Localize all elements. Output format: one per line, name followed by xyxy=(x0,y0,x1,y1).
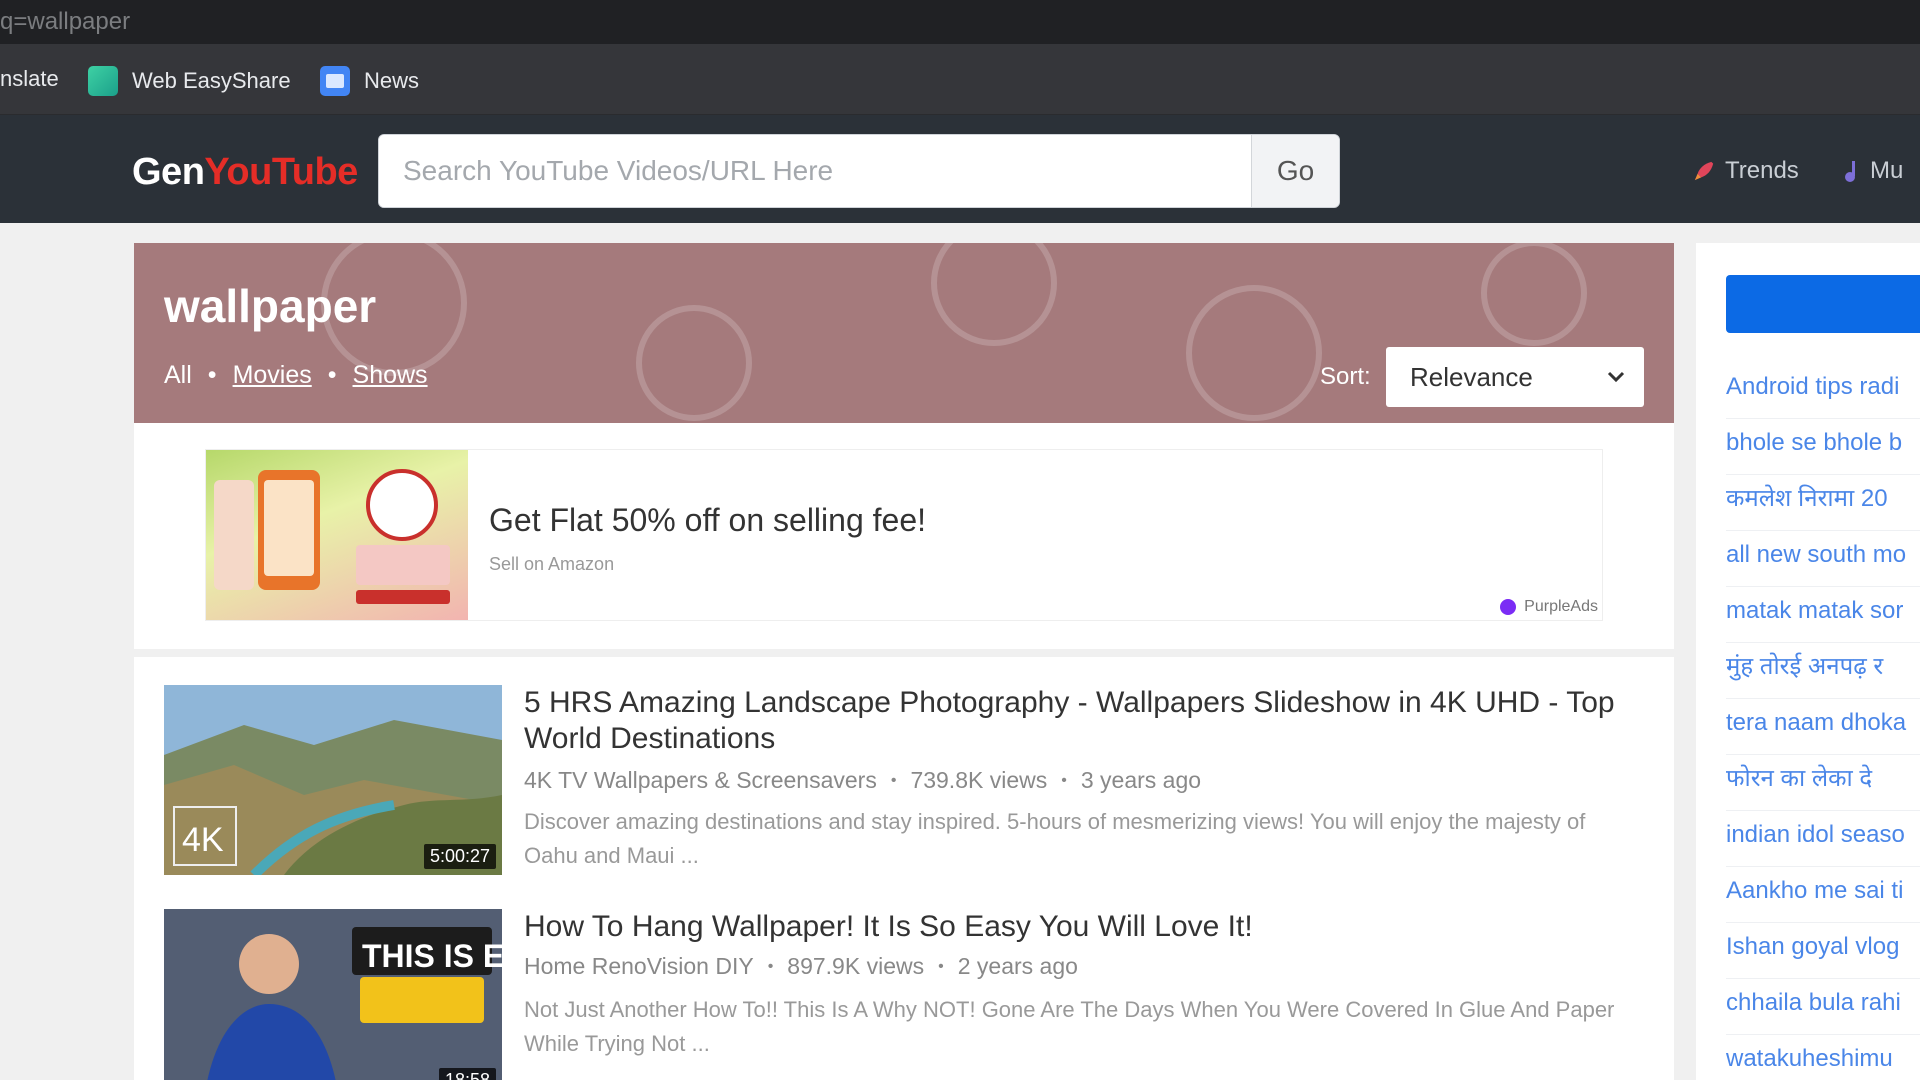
nav-music[interactable]: Mu xyxy=(1842,157,1903,185)
bookmark-label: nslate xyxy=(0,66,59,91)
bookmark-label: News xyxy=(364,68,420,93)
query-banner: wallpaper All • Movies • Shows Sort: Rel… xyxy=(134,243,1674,423)
rocket-icon xyxy=(1694,161,1714,181)
ad-banner[interactable]: Get Flat 50% off on selling fee! Sell on… xyxy=(206,450,1602,620)
result-item[interactable]: THIS IS EASY!! 18:58 How To Hang Wallpap… xyxy=(164,909,1654,1080)
thumbnail-badge: 4K xyxy=(182,821,224,859)
browser-url-bar[interactable]: q=wallpaper xyxy=(0,0,1920,44)
music-note-icon xyxy=(1845,161,1855,182)
search-input[interactable] xyxy=(379,135,1251,207)
trending-link[interactable]: Android tips radi xyxy=(1726,363,1920,419)
result-age: 3 years ago xyxy=(1080,767,1202,793)
nav-trends-label: Trends xyxy=(1725,157,1799,184)
site-header: GenYouTube Go Trends Mu xyxy=(0,115,1920,223)
nav-music-label: Mu xyxy=(1870,157,1904,184)
nav-trends[interactable]: Trends xyxy=(1693,157,1799,185)
filter-shows[interactable]: Shows xyxy=(353,361,428,390)
meta-separator: • xyxy=(1061,771,1067,789)
trending-link[interactable]: कमलेश निरामा 20 xyxy=(1726,475,1920,531)
logo-gen: Gen xyxy=(132,151,205,193)
result-meta: Home RenoVision DIY • 897.9K views • 2 y… xyxy=(524,953,1078,980)
trending-link[interactable]: matak matak sor xyxy=(1726,587,1920,643)
trending-links: Android tips radi bhole se bhole b कमलेश… xyxy=(1726,363,1920,1080)
news-icon xyxy=(320,66,350,96)
bookmark-label: Web EasyShare xyxy=(132,68,291,93)
sidebar-button[interactable] xyxy=(1726,275,1920,333)
meta-separator: • xyxy=(890,771,897,789)
trending-link[interactable]: फोरन का लेका दे xyxy=(1726,755,1920,811)
meta-separator: • xyxy=(938,957,944,975)
trending-link[interactable]: all new south mo xyxy=(1726,531,1920,587)
easyshare-icon xyxy=(88,66,118,96)
url-text[interactable]: q=wallpaper xyxy=(0,8,130,36)
bookmark-news[interactable]: News xyxy=(320,66,419,96)
video-duration: 5:00:27 xyxy=(423,844,496,869)
bookmarks-bar: nslate Web EasyShare News xyxy=(0,44,1920,115)
trending-link[interactable]: मुंह तोरई अनपढ़ र xyxy=(1726,643,1920,699)
sort-select[interactable]: Relevance xyxy=(1386,347,1644,407)
trending-link[interactable]: tera naam dhoka xyxy=(1726,699,1920,755)
thumbnail-badge: THIS IS EASY!! xyxy=(362,938,502,974)
trending-link[interactable]: bhole se bhole b xyxy=(1726,419,1920,475)
site-logo[interactable]: GenYouTube xyxy=(132,151,358,194)
result-meta: 4K TV Wallpapers & Screensavers • 739.8K… xyxy=(524,767,1201,794)
result-thumbnail[interactable]: 4K 5:00:27 xyxy=(164,685,502,875)
results-list: 4K 5:00:27 5 HRS Amazing Landscape Photo… xyxy=(134,657,1674,1080)
result-views: 897.9K views xyxy=(787,953,925,979)
bookmark-translate[interactable]: nslate xyxy=(0,66,59,92)
ad-subtitle: Sell on Amazon xyxy=(489,554,615,574)
sort-label: Sort: xyxy=(1320,363,1371,390)
meta-separator: • xyxy=(767,957,774,975)
purpleads-icon xyxy=(1500,599,1517,615)
search-form: Go xyxy=(378,134,1340,208)
ad-brand-label: PurpleAds xyxy=(1524,598,1598,615)
result-age: 2 years ago xyxy=(957,953,1078,979)
result-views: 739.8K views xyxy=(910,767,1048,793)
bookmark-web-easyshare[interactable]: Web EasyShare xyxy=(88,66,291,96)
sort-value: Relevance xyxy=(1410,361,1533,392)
result-item[interactable]: 4K 5:00:27 5 HRS Amazing Landscape Photo… xyxy=(164,685,1654,885)
filter-all[interactable]: All xyxy=(164,361,192,390)
ad-image xyxy=(206,450,468,620)
result-description: Not Just Another How To!! This Is A Why … xyxy=(524,997,1615,1056)
filter-separator: • xyxy=(327,361,337,389)
result-description: Discover amazing destinations and stay i… xyxy=(524,809,1586,868)
filter-movies[interactable]: Movies xyxy=(233,361,312,390)
result-channel[interactable]: Home RenoVision DIY xyxy=(524,953,754,980)
result-channel[interactable]: 4K TV Wallpapers & Screensavers xyxy=(524,767,877,794)
trending-link[interactable]: watakuheshimu xyxy=(1726,1035,1920,1080)
filter-separator: • xyxy=(207,361,217,389)
chevron-down-icon xyxy=(1607,371,1625,383)
result-filters: All • Movies • Shows xyxy=(164,361,428,390)
ad-panel: Get Flat 50% off on selling fee! Sell on… xyxy=(134,423,1674,649)
video-duration: 18:58 xyxy=(438,1068,496,1080)
search-query-title: wallpaper xyxy=(164,280,377,332)
result-title[interactable]: How To Hang Wallpaper! It Is So Easy You… xyxy=(524,909,1664,945)
ad-title[interactable]: Get Flat 50% off on selling fee! xyxy=(489,502,926,539)
trending-link[interactable]: Ishan goyal vlog xyxy=(1726,923,1920,979)
result-thumbnail[interactable]: THIS IS EASY!! 18:58 xyxy=(164,909,502,1080)
trending-link[interactable]: indian idol seaso xyxy=(1726,811,1920,867)
trending-link[interactable]: chhaila bula rahi xyxy=(1726,979,1920,1035)
logo-youtube: YouTube xyxy=(204,151,358,193)
ad-brand: PurpleAds xyxy=(1500,598,1598,616)
trending-sidebar: Android tips radi bhole se bhole b कमलेश… xyxy=(1696,243,1920,1080)
result-title[interactable]: 5 HRS Amazing Landscape Photography - Wa… xyxy=(524,685,1664,757)
search-go-button[interactable]: Go xyxy=(1251,135,1339,207)
trending-link[interactable]: Aankho me sai ti xyxy=(1726,867,1920,923)
